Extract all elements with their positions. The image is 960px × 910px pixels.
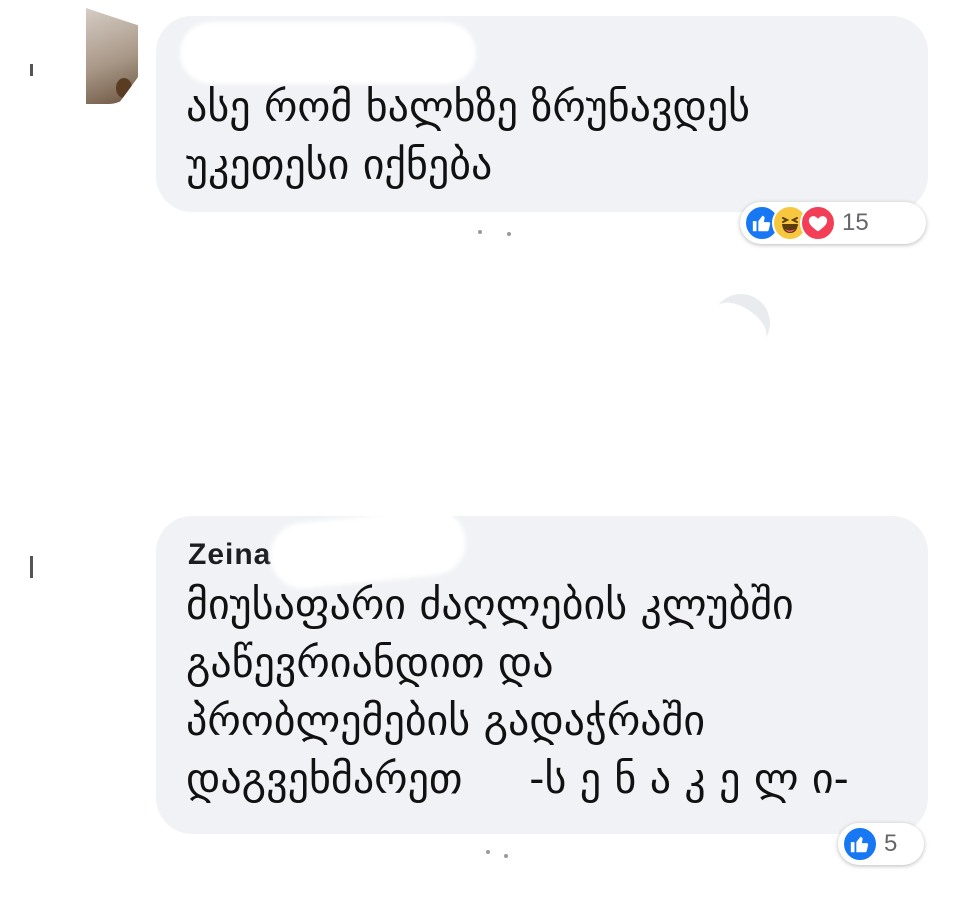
comment-line: მიუსაფარი ძაღლების კლუბში: [186, 580, 794, 629]
speck: [504, 854, 508, 858]
comment-text: ასე რომ ხალხზე ზრუნავდეს უკეთესი იქნება: [186, 78, 750, 194]
speck: [507, 232, 511, 236]
comment-line: უკეთესი იქნება: [186, 140, 493, 189]
edge-mark: [30, 64, 33, 76]
edge-mark: [30, 556, 33, 578]
comment-line: ასე რომ ხალხზე ზრუნავდეს: [186, 82, 751, 131]
reactions-summary[interactable]: 5: [838, 823, 924, 865]
comment-line: დაგვეხმარეთ -ს ე ნ ა კ ე ლ ი-: [186, 754, 849, 803]
reactions-summary[interactable]: 15: [740, 202, 926, 244]
like-icon: [842, 826, 878, 862]
comment-line: გაწევრიანდით და: [186, 638, 554, 687]
love-icon: [800, 205, 836, 241]
comment-text: მიუსაფარი ძაღლების კლუბში გაწევრიანდით დ…: [186, 576, 849, 808]
reaction-count: 15: [842, 209, 869, 236]
redacted-author-name: [180, 22, 476, 84]
avatar[interactable]: [86, 8, 138, 104]
speck: [478, 230, 482, 234]
author-name[interactable]: Zeina: [188, 538, 271, 572]
scan-artifact: [700, 282, 782, 364]
speck: [486, 850, 490, 854]
reaction-count: 5: [884, 830, 898, 857]
comment-line: პრობლემების გადაჭრაში: [186, 696, 706, 745]
